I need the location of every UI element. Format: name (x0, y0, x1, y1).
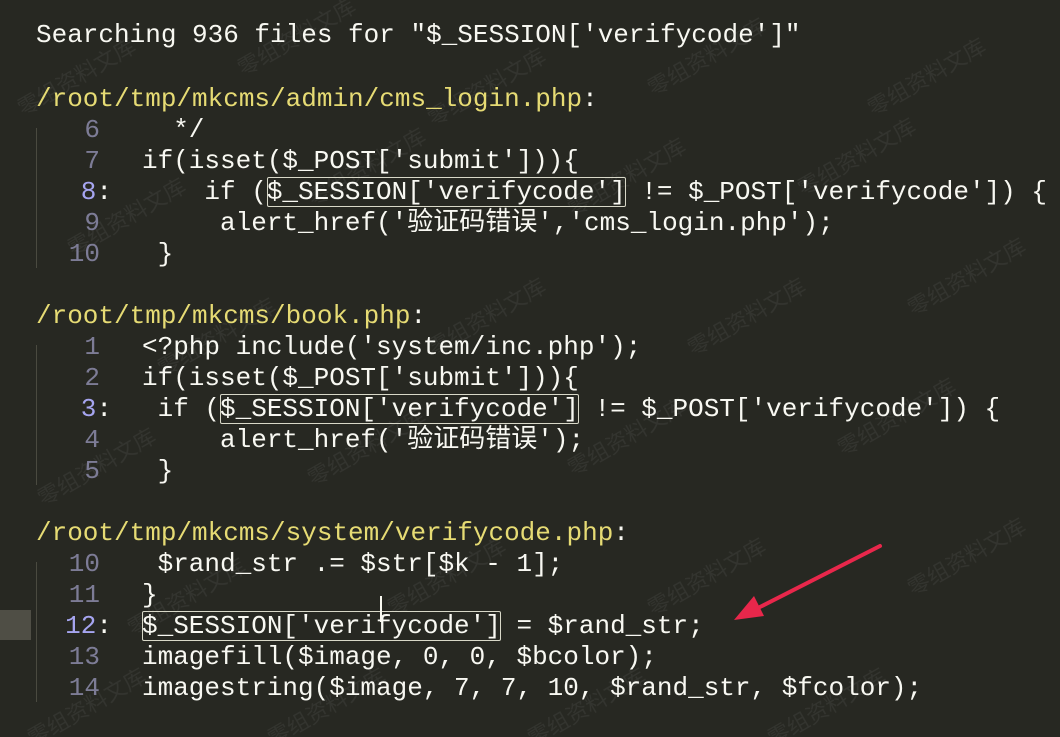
text-cursor (380, 596, 382, 622)
annotation-arrow (734, 544, 882, 620)
